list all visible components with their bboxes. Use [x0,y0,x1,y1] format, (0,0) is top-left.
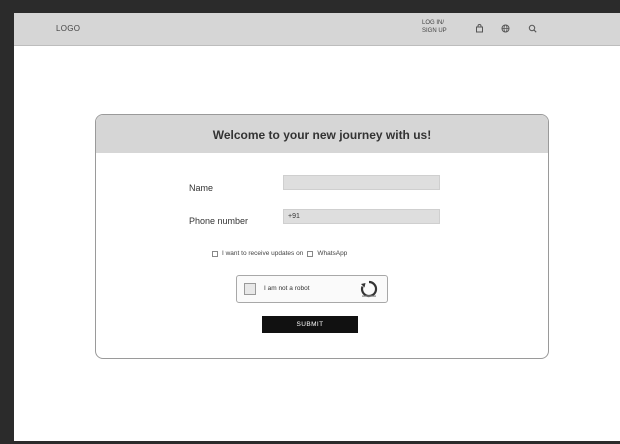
login-label: LOG IN/ [422,20,445,26]
form-title: Welcome to your new journey with us! [212,128,432,142]
consent-text: I want to receive updates on [222,250,304,257]
recaptcha-icon [359,279,379,299]
submit-button[interactable]: SUBMIT [262,316,358,333]
login-signup-link[interactable]: LOG IN/ SIGN UP [422,19,447,35]
updates-consent-row: I want to receive updates on WhatsApp [212,250,347,257]
phone-field[interactable]: +91 [283,209,440,224]
search-icon[interactable] [528,24,537,33]
top-navbar: LOGO LOG IN/ SIGN UP [14,13,620,46]
app-window: LOGO LOG IN/ SIGN UP Welcome to your new… [14,13,620,441]
card-header: Welcome to your new journey with us! [96,115,548,153]
captcha-label: I am not a robot [264,285,310,292]
name-label: Name [189,183,214,193]
updates-consent-checkbox[interactable] [212,250,218,257]
captcha-widget: I am not a robot [236,275,388,303]
logo[interactable]: LOGO [56,24,80,33]
whatsapp-checkbox[interactable] [307,250,314,257]
shopping-bag-icon[interactable] [475,24,484,33]
phone-prefix: +91 [288,213,300,220]
signup-card: Welcome to your new journey with us! Nam… [95,114,549,359]
name-field[interactable] [283,175,440,190]
globe-icon[interactable] [501,24,510,33]
phone-label: Phone number [189,216,249,226]
whatsapp-label: WhatsApp [317,250,348,257]
signup-label: SIGN UP [422,28,447,34]
captcha-checkbox[interactable] [244,283,256,295]
